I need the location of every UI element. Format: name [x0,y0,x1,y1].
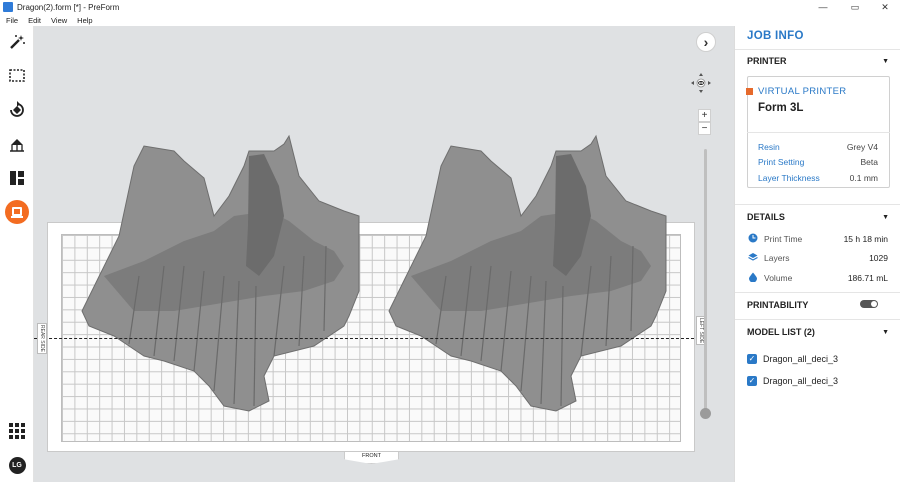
divider [735,204,900,205]
virtual-printer-icon [746,88,753,95]
print-setting-value: Beta [860,157,879,167]
divider [735,319,900,320]
dragon-model-1[interactable] [81,134,360,412]
view-navigator[interactable] [690,72,712,94]
layers-label: Layers [764,253,790,263]
chevron-down-icon[interactable]: ▼ [882,58,889,65]
title-bar: Dragon(2).form [*] - PreForm — ▭ ✕ [0,0,900,14]
apps-grid-icon [9,423,25,439]
left-toolbar: LG [0,26,34,482]
resin-label: Resin [758,142,780,152]
layer-slider-handle[interactable] [700,408,711,419]
print-time-value: 15 h 18 min [843,234,888,244]
model-list-item[interactable]: Dragon_all_deci_3 [763,354,838,364]
model-checkbox[interactable]: ✓ [747,376,757,386]
printability-toggle[interactable] [860,300,878,308]
supports-tool-button[interactable] [5,132,29,156]
orientation-tool-button[interactable] [5,98,29,122]
zoom-in-button[interactable]: + [698,109,711,122]
job-info-panel: JOB INFO PRINTER ▼ VIRTUAL PRINTER Form … [734,26,900,482]
layer-slider-track[interactable] [704,149,707,414]
volume-label: Volume [764,273,793,283]
chevron-down-icon[interactable]: ▼ [882,214,889,221]
model-checkbox[interactable]: ✓ [747,354,757,364]
supports-icon [10,139,24,152]
dragon-model-2[interactable] [388,134,667,412]
select-box-icon [9,69,25,82]
select-tool-button[interactable] [5,63,29,87]
clock-icon [748,233,758,243]
divider [747,132,890,133]
printer-section-header[interactable]: PRINTER [747,56,787,66]
print-job-icon [11,207,23,218]
details-section-header[interactable]: DETAILS [747,212,785,222]
print-tool-button[interactable] [5,200,29,224]
menu-help[interactable]: Help [77,16,92,25]
menu-bar: File Edit View Help [0,14,900,26]
layer-thickness-value: 0.1 mm [849,173,878,183]
model-list-item[interactable]: Dragon_all_deci_3 [763,376,838,386]
divider [735,292,900,293]
printer-type-label: VIRTUAL PRINTER [758,86,847,97]
3d-viewport[interactable]: REAR SIDE LEFT SIDE FRONT › + − [34,26,734,482]
model-list-section-header[interactable]: MODEL LIST (2) [747,327,815,337]
divider [735,49,900,50]
printability-section-header: PRINTABILITY [747,300,809,310]
print-time-label: Print Time [764,234,803,244]
magic-wand-tool-button[interactable] [5,30,29,54]
layer-thickness-label: Layer Thickness [758,173,820,183]
zoom-out-button[interactable]: − [698,122,711,135]
droplet-icon [749,272,757,282]
preform-app-icon [3,2,13,12]
menu-file[interactable]: File [6,16,18,25]
user-avatar-button[interactable]: LG [5,453,29,477]
volume-value: 186.71 mL [847,273,888,283]
printer-model-name: Form 3L [758,102,804,114]
avatar: LG [8,456,26,474]
magic-wand-icon [10,35,25,49]
layout-icon [10,171,24,185]
orientation-icon [10,101,24,117]
chevron-down-icon[interactable]: ▼ [882,329,889,336]
menu-edit[interactable]: Edit [28,16,41,25]
close-button[interactable]: ✕ [870,0,900,14]
window-title: Dragon(2).form [*] - PreForm [17,2,120,12]
view-navigator-icon [691,73,711,93]
menu-view[interactable]: View [51,16,67,25]
apps-grid-button[interactable] [5,419,29,443]
layers-icon [748,253,758,261]
minimize-button[interactable]: — [808,0,838,14]
panel-title: JOB INFO [747,30,804,42]
layers-value: 1029 [869,253,888,263]
platform-center-line [34,338,694,339]
dragon-models[interactable] [34,26,734,482]
collapse-panel-button[interactable]: › [696,32,716,52]
resin-value: Grey V4 [846,142,878,152]
layout-tool-button[interactable] [5,166,29,190]
print-setting-label: Print Setting [758,157,805,167]
rear-side-label: REAR SIDE [37,323,47,354]
maximize-button[interactable]: ▭ [840,0,870,14]
